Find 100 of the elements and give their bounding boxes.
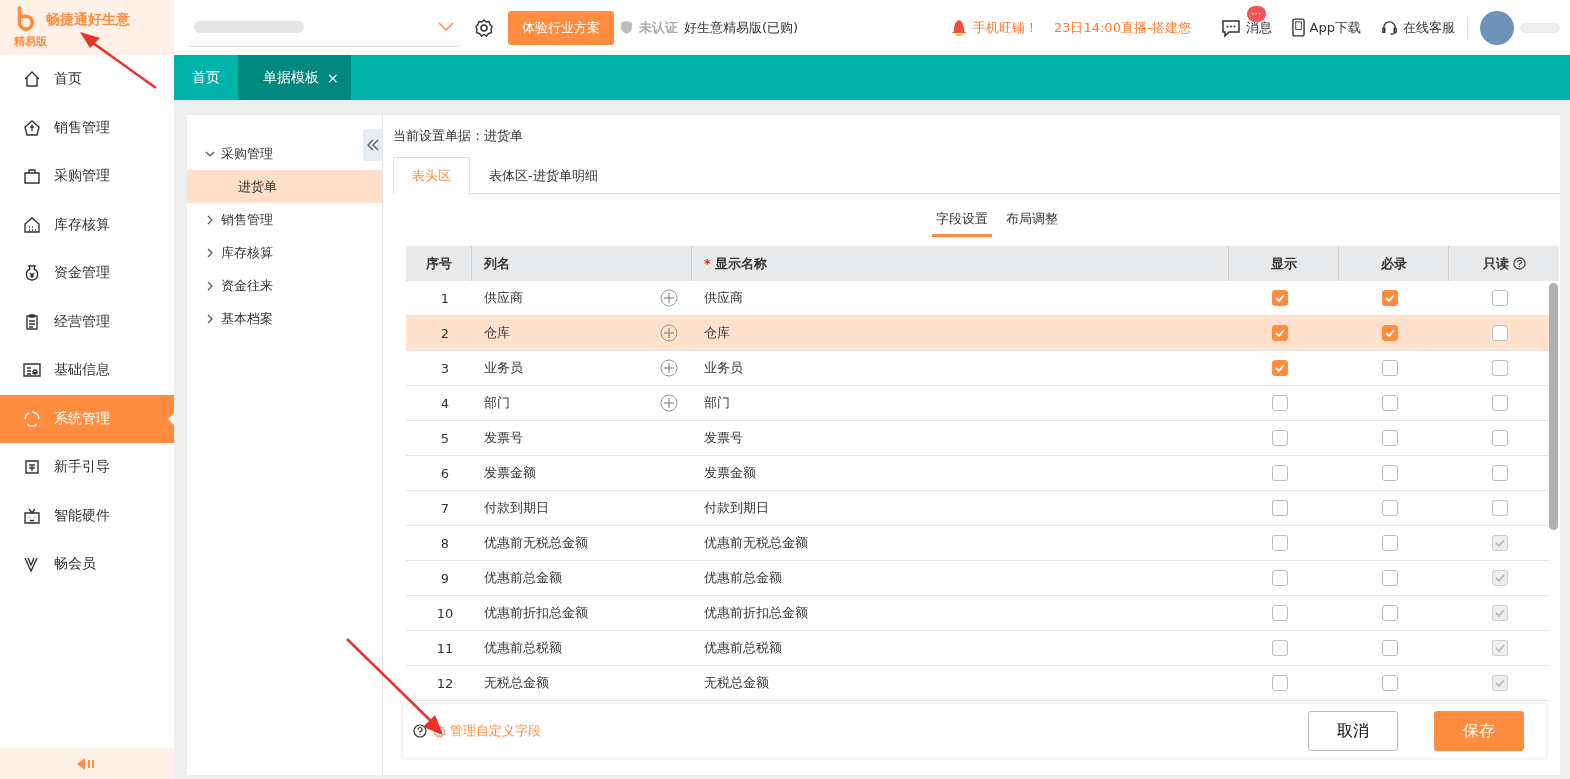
table-row[interactable]: 7 付款到期日 付款到期日 [406,491,1549,526]
collapse-icon [77,756,97,771]
table-cell-text: 优惠前总金额 [703,569,783,587]
checkbox[interactable] [1272,500,1288,516]
table-row[interactable]: 4 部门 部门 [406,386,1549,421]
table-cell-text: 供应商 [703,289,744,307]
tree-leaf[interactable]: 进货单 [187,170,382,203]
checkbox[interactable] [1272,535,1288,551]
table-row[interactable]: 8 优惠前无税总金额 优惠前无税总金额 [406,526,1549,561]
tree-node[interactable]: 采购管理 [187,137,360,170]
page-tab[interactable]: 单据模板 × [238,55,351,100]
checkbox[interactable] [1382,675,1398,691]
bell-icon [950,18,967,37]
table-cell: 仓库 [484,324,510,342]
table-cell: 优惠前折扣总金额 [484,604,588,622]
table-cell: 无税总金额 [484,674,549,692]
checkbox[interactable] [1272,465,1288,481]
collapse-panel-button[interactable] [363,129,382,161]
sidebar-item[interactable]: 资金管理 [0,249,174,298]
checkbox[interactable] [1382,500,1398,516]
checkbox[interactable] [1382,290,1398,306]
table-row[interactable]: 9 优惠前总金额 优惠前总金额 [406,561,1549,596]
table-cell-text: 12 [435,674,455,693]
table-row[interactable]: 3 业务员 业务员 [406,351,1549,386]
checkbox[interactable] [1272,325,1288,341]
tree-node[interactable]: 库存核算 [187,236,360,269]
tree-node[interactable]: 资金往来 [187,269,360,302]
help-icon[interactable] [1512,257,1526,270]
add-icon[interactable] [660,289,678,307]
checkbox[interactable] [1382,465,1398,481]
table-row[interactable]: 11 优惠前总税额 优惠前总税额 [406,631,1549,666]
caret-icon [205,280,215,291]
checkbox[interactable] [1272,395,1288,411]
cancel-button[interactable]: 取消 [1308,711,1398,751]
sidebar-item[interactable]: 库存核算 [0,200,174,249]
table-row[interactable]: 10 优惠前折扣总金额 优惠前折扣总金额 [406,596,1549,631]
checkbox[interactable] [1272,640,1288,656]
section-tab[interactable]: 表体区-进货单明细 [470,157,617,193]
checkbox[interactable] [1272,605,1288,621]
table-cell-text: 业务员 [703,359,744,377]
table-cell: 优惠前总金额 [484,569,562,587]
checkbox[interactable] [1492,325,1508,341]
checkbox[interactable] [1382,395,1398,411]
checkbox[interactable] [1492,395,1508,411]
settings-icon[interactable] [474,17,494,38]
sidebar-item[interactable]: 首页 [0,55,174,104]
checkbox[interactable] [1492,290,1508,306]
help-icon[interactable] [413,724,427,738]
checkbox[interactable] [1382,570,1398,586]
checkbox[interactable] [1272,360,1288,376]
table-cell-text: 付款到期日 [703,499,770,517]
column-title: 显示名称 [714,254,767,273]
sub-tab[interactable]: 字段设置 [931,203,992,237]
checkbox[interactable] [1382,640,1398,656]
close-icon[interactable]: × [327,69,339,86]
menu-icon [22,166,42,187]
add-icon[interactable] [660,324,678,342]
sidebar-item[interactable]: 畅会员 [0,540,174,589]
table-cell-text: 优惠前无税总金额 [703,534,809,552]
sidebar-item[interactable]: 采购管理 [0,152,174,201]
checkbox[interactable] [1382,535,1398,551]
avatar[interactable] [1480,10,1514,45]
checkbox[interactable] [1382,605,1398,621]
checkbox[interactable] [1272,430,1288,446]
caret-icon [205,214,215,225]
scrollbar[interactable] [1549,283,1558,530]
sidebar-item[interactable]: 销售管理 [0,103,174,152]
menu-icon [22,69,42,90]
checkbox[interactable] [1272,290,1288,306]
sidebar-item[interactable]: 智能硬件 [0,491,174,540]
checkbox[interactable] [1382,430,1398,446]
sidebar-item[interactable]: 经营管理 [0,297,174,346]
checkbox[interactable] [1272,570,1288,586]
checkbox[interactable] [1272,675,1288,691]
headset-icon [1381,19,1398,36]
table-row[interactable]: 5 发票号 发票号 [406,421,1549,456]
checkbox[interactable] [1382,360,1398,376]
checkbox[interactable] [1382,325,1398,341]
column-title: 序号 [425,254,452,273]
tree-node[interactable]: 销售管理 [187,203,360,236]
add-icon[interactable] [660,394,678,412]
shield-icon [620,20,633,35]
collapse-bar[interactable] [0,748,174,779]
table-row[interactable]: 12 无税总金额 无税总金额 [406,666,1549,701]
edition-label: 精易版 [14,34,48,50]
table-row[interactable]: 2 仓库 仓库 [406,316,1549,351]
sidebar-item[interactable]: 新手引导 [0,443,174,492]
sidebar-item[interactable]: 基础信息 [0,346,174,395]
checkbox[interactable] [1492,465,1508,481]
required-mark: * [704,256,711,271]
sub-tab[interactable]: 布局调整 [1001,203,1062,237]
checkbox[interactable] [1492,360,1508,376]
add-icon[interactable] [660,359,678,377]
table-cell-text: 6 [439,464,451,483]
table-row[interactable]: 6 发票金额 发票金额 [406,456,1549,491]
tree-node[interactable]: 基本档案 [187,302,360,335]
checkbox[interactable] [1492,430,1508,446]
app-download-link[interactable]: App下载 [1291,18,1361,37]
checkbox[interactable] [1492,500,1508,516]
online-service-link[interactable]: 在线客服 [1381,18,1455,37]
